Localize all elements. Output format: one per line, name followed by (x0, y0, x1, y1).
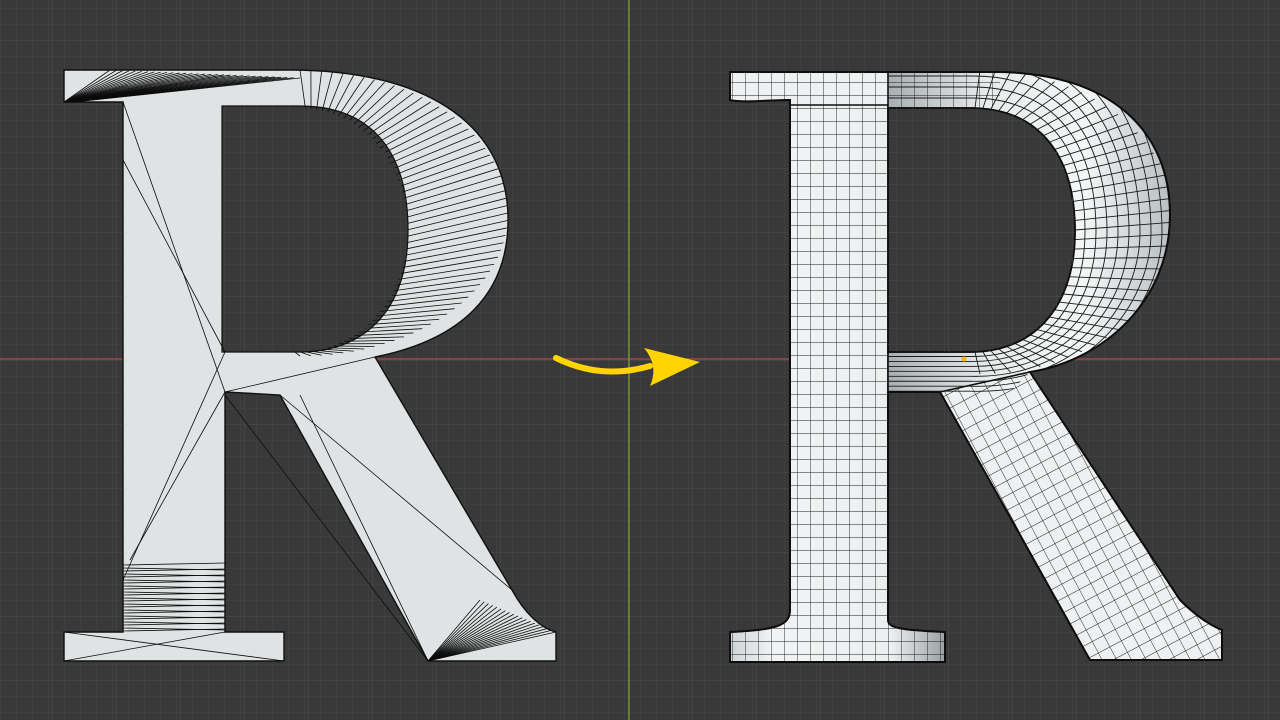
selected-vertex-dot (961, 356, 967, 362)
3d-viewport[interactable] (0, 0, 1280, 720)
